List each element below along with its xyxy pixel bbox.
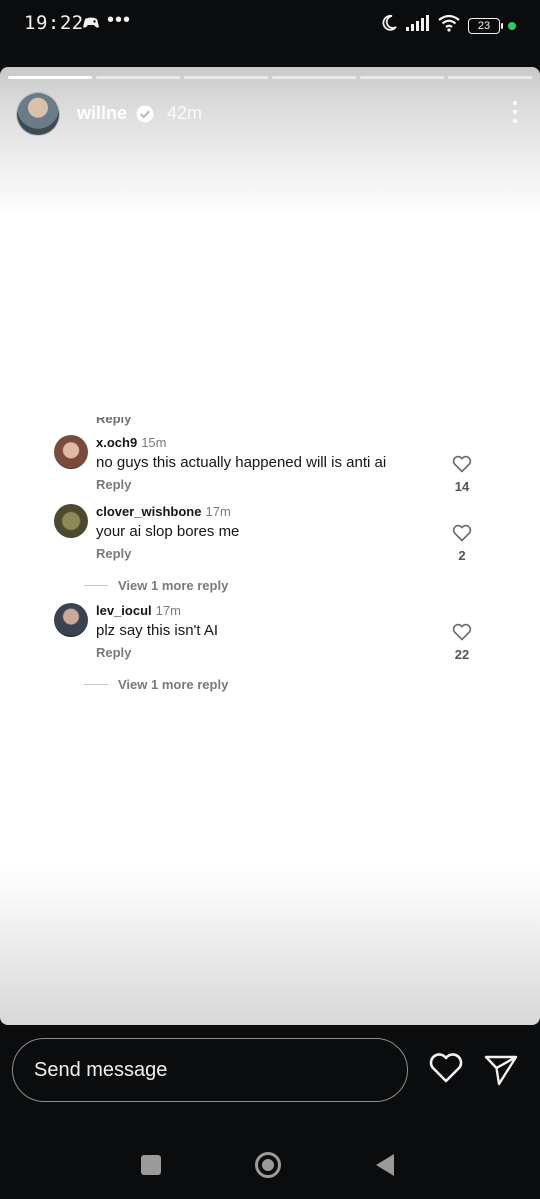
status-time: 19:22 — [24, 12, 84, 34]
more-dots-icon: ••• — [107, 9, 132, 31]
comment-header: clover_wishbone 17m — [96, 504, 231, 519]
view-more-replies: View 1 more reply — [84, 677, 228, 692]
comment-reply-link: Reply — [96, 645, 132, 660]
signal-icon — [406, 15, 430, 36]
comment-like-count: 2 — [458, 548, 466, 563]
progress-segment — [8, 76, 92, 79]
comment-reply-link: Reply — [96, 546, 132, 561]
privacy-indicator-dot — [508, 21, 516, 30]
divider-line — [84, 585, 108, 586]
status-icons: 23 — [380, 14, 516, 37]
author-username[interactable]: willne — [77, 103, 127, 124]
comment-like-count: 14 — [454, 479, 470, 494]
recent-apps-button[interactable] — [141, 1155, 161, 1175]
send-message-input[interactable]: Send message — [12, 1038, 408, 1102]
progress-segment — [448, 76, 532, 79]
comment-time: 15m — [141, 435, 167, 450]
send-direct-icon[interactable] — [484, 1053, 518, 1092]
divider-line — [84, 684, 108, 685]
comment-like-count: 22 — [454, 647, 470, 662]
heart-icon — [452, 524, 472, 547]
verified-badge-icon — [135, 104, 155, 129]
author-avatar[interactable] — [16, 92, 60, 136]
game-controller-icon — [82, 16, 100, 35]
moon-icon — [380, 14, 398, 37]
commenter-username: x.och9 — [96, 435, 138, 450]
story-time-ago: 42m — [167, 103, 203, 123]
comment-time: 17m — [205, 504, 231, 519]
heart-icon — [452, 623, 472, 646]
comments-screenshot: Reply x.och9 15m no guys this actually ha… — [40, 417, 500, 707]
story-card[interactable]: willne 42m Reply x.och9 15m no guys this … — [0, 67, 540, 1025]
comment-time: 17m — [155, 603, 181, 618]
view-more-replies: View 1 more reply — [84, 578, 228, 593]
story-progress-bar — [8, 76, 532, 79]
comment-header: lev_iocul 17m — [96, 603, 181, 618]
like-story-heart-icon[interactable] — [428, 1052, 464, 1089]
view-more-label: View 1 more reply — [118, 677, 229, 692]
commenter-avatar — [54, 504, 88, 538]
commenter-avatar — [54, 603, 88, 637]
comment-text: no guys this actually happened will is a… — [96, 454, 387, 471]
story-header: willne 42m — [16, 92, 524, 136]
view-more-label: View 1 more reply — [118, 578, 229, 593]
home-button[interactable] — [255, 1152, 281, 1178]
comment-text: your ai slop bores me — [96, 523, 240, 540]
commenter-avatar — [54, 435, 88, 469]
progress-segment — [272, 76, 356, 79]
wifi-icon — [438, 14, 460, 37]
progress-segment — [360, 76, 444, 79]
back-button[interactable] — [375, 1153, 395, 1182]
comment-reply-link: Reply — [96, 477, 132, 492]
progress-segment — [184, 76, 268, 79]
battery-icon: 23 — [468, 17, 503, 34]
comment-header: x.och9 15m — [96, 435, 166, 450]
commenter-username: lev_iocul — [96, 603, 152, 618]
more-options-icon[interactable] — [512, 101, 518, 128]
status-bar: 19:22 ••• 23 — [0, 0, 540, 50]
commenter-username: clover_wishbone — [96, 504, 202, 519]
cut-off-reply-label: Reply — [96, 417, 132, 426]
comment-text: plz say this isn't AI — [96, 622, 219, 639]
heart-icon — [452, 455, 472, 478]
progress-segment — [96, 76, 180, 79]
